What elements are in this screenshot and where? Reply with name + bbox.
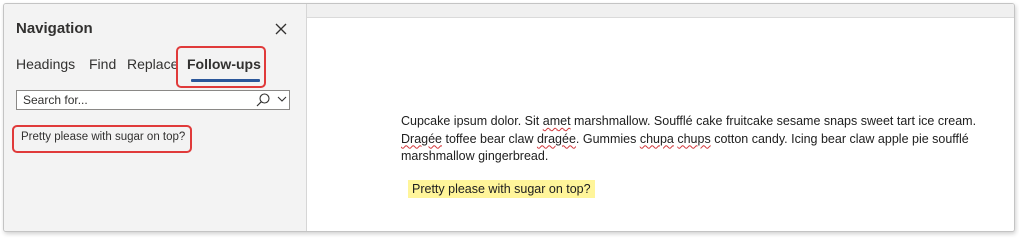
close-button[interactable] [270, 18, 292, 40]
misspelled-word: dragée [536, 131, 576, 146]
paragraph-text: marshmallow. Soufflé cake fruitcake sesa… [570, 114, 977, 128]
search-icon[interactable] [255, 92, 271, 108]
navigation-pane: Navigation Headings Find Replace Follow-… [4, 4, 306, 231]
document-area[interactable]: Cupcake ipsum dolor. Sit amet marshmallo… [307, 4, 1014, 231]
followup-result-item[interactable]: Pretty please with sugar on top? [16, 128, 190, 146]
navigation-title: Navigation [16, 20, 93, 37]
document-paragraph: Cupcake ipsum dolor. Sit amet marshmallo… [401, 113, 1001, 166]
close-icon [275, 23, 287, 35]
misspelled-word: Dragée [401, 131, 442, 146]
paragraph-text: . Gummies [575, 131, 640, 146]
highlighted-followup-text[interactable]: Pretty please with sugar on top? [408, 180, 595, 198]
misspelled-word: chupa [639, 131, 674, 146]
active-tab-indicator [191, 79, 260, 82]
paragraph-text: Cupcake ipsum dolor. Sit [401, 114, 543, 128]
misspelled-word: chups [677, 131, 711, 146]
chevron-down-icon[interactable] [277, 94, 287, 104]
tab-replace[interactable]: Replace [127, 56, 178, 72]
paragraph-text: toffee bear claw [442, 131, 537, 146]
misspelled-word: amet [542, 114, 571, 128]
window-frame: Navigation Headings Find Replace Follow-… [3, 3, 1015, 232]
tab-follow-ups[interactable]: Follow-ups [187, 56, 261, 72]
search-box [16, 90, 290, 110]
tab-headings[interactable]: Headings [16, 56, 75, 72]
document-top-band [307, 4, 1014, 18]
tab-find[interactable]: Find [89, 56, 116, 72]
search-input[interactable] [17, 91, 247, 109]
